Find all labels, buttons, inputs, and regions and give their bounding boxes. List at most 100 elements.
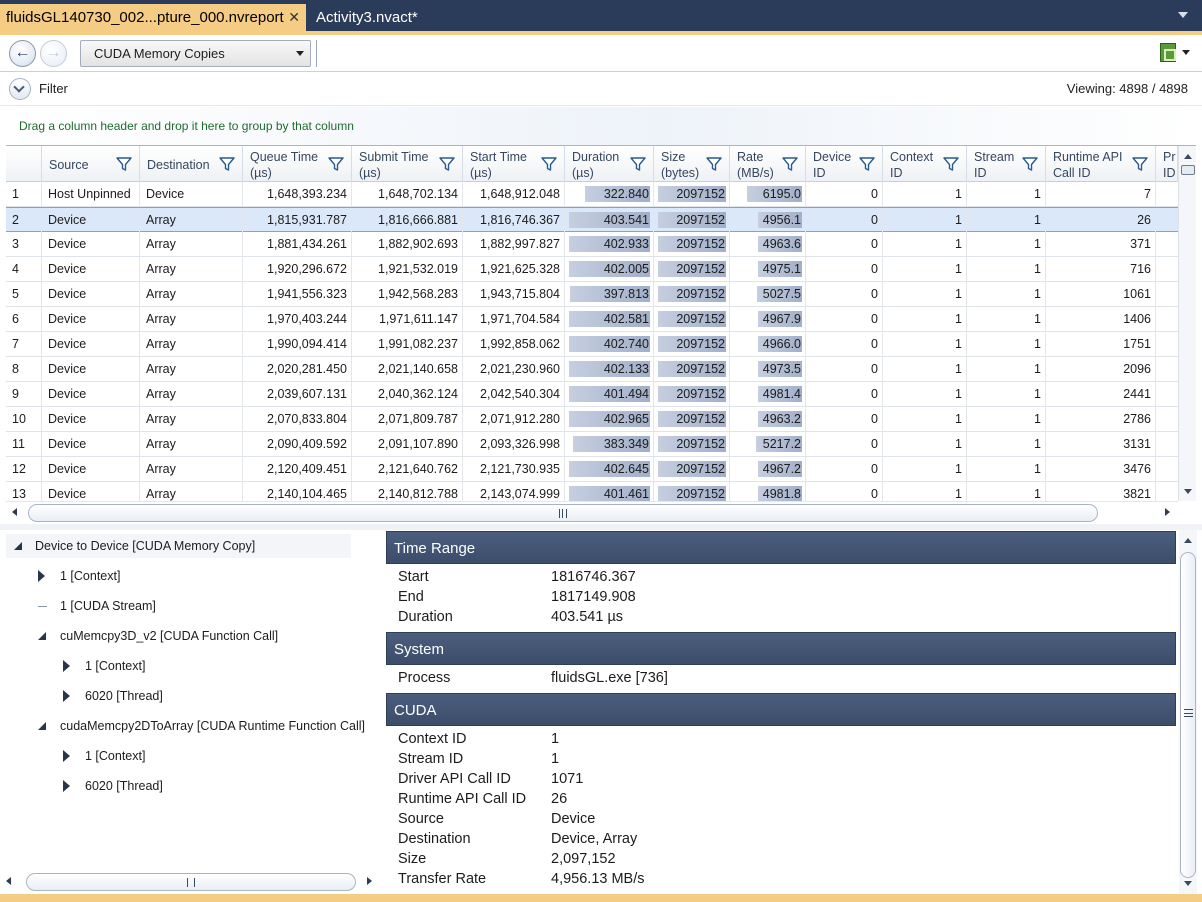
funnel-icon[interactable] <box>859 156 875 172</box>
column-header-runtime[interactable]: Runtime API Call ID <box>1046 146 1156 182</box>
funnel-icon[interactable] <box>328 156 344 172</box>
column-header-source[interactable]: Source <box>42 146 140 182</box>
scroll-up-icon[interactable] <box>1184 154 1192 159</box>
collapsed-arrow-icon[interactable] <box>63 690 70 702</box>
table-row[interactable]: 9 Device Array 2,039,607.131 2,040,362.124 2,… <box>6 382 1178 407</box>
column-header-pr[interactable]: Pr ID <box>1156 146 1178 182</box>
scroll-thumb[interactable] <box>1181 165 1195 175</box>
cell-value: 2097152 <box>676 387 725 401</box>
funnel-icon[interactable] <box>782 156 798 172</box>
column-header-submit[interactable]: Submit Time (µs) <box>352 146 463 182</box>
table-row[interactable]: 12 Device Array 2,120,409.451 2,121,640.762 2… <box>6 457 1178 482</box>
column-header-destination[interactable]: Destination <box>140 146 243 182</box>
scroll-thumb[interactable] <box>26 873 356 891</box>
close-icon[interactable]: ✕ <box>288 4 300 31</box>
property-row: Source Device <box>386 809 1176 829</box>
tree-item[interactable]: 1 [Context] <box>6 744 381 768</box>
table-row[interactable]: 4 Device Array 1,920,296.672 1,921,532.019 1,… <box>6 257 1178 282</box>
scroll-right-icon[interactable] <box>1165 508 1170 516</box>
collapsed-arrow-icon[interactable] <box>38 570 45 582</box>
back-button[interactable]: ← <box>9 40 36 67</box>
cell-context: 1 <box>883 357 967 381</box>
collapsed-arrow-icon[interactable] <box>63 750 70 762</box>
table-row[interactable]: 13 Device Array 2,140,104.465 2,140,812.788 2… <box>6 482 1178 501</box>
filter-label[interactable]: Filter <box>39 81 68 96</box>
cell-idx: 9 <box>6 382 42 406</box>
scroll-down-icon[interactable] <box>1184 489 1192 494</box>
collapsed-arrow-icon[interactable] <box>63 660 70 672</box>
scroll-right-icon[interactable] <box>367 877 372 885</box>
cell-rate: 4966.0 <box>730 332 806 356</box>
cell-device: 0 <box>806 432 883 456</box>
tree-horizontal-scrollbar[interactable] <box>6 872 374 892</box>
scroll-thumb[interactable] <box>1180 552 1196 878</box>
property-key: Start <box>398 569 429 585</box>
cell-stream: 1 <box>967 232 1046 256</box>
scroll-left-icon[interactable] <box>6 877 11 885</box>
properties-vertical-scrollbar[interactable] <box>1179 530 1197 894</box>
collapsed-arrow-icon[interactable] <box>63 780 70 792</box>
table-row[interactable]: 7 Device Array 1,990,094.414 1,991,082.237 1,… <box>6 332 1178 357</box>
column-header-duration[interactable]: Duration (µs) <box>565 146 654 182</box>
grid-vertical-scrollbar[interactable] <box>1178 146 1196 501</box>
scroll-thumb[interactable] <box>28 504 1098 522</box>
properties-panel: Time Range Start 1816746.367 End 1817149.908… <box>386 530 1178 894</box>
column-header-context[interactable]: Context ID <box>883 146 967 182</box>
table-row[interactable]: 3 Device Array 1,881,434.261 1,882,902.693 1,… <box>6 232 1178 257</box>
table-row[interactable]: 10 Device Array 2,070,833.804 2,071,809.787 2… <box>6 407 1178 432</box>
scroll-down-icon[interactable] <box>1184 881 1192 886</box>
tree-item[interactable]: 1 [Context] <box>6 564 381 588</box>
grid-horizontal-scrollbar[interactable] <box>6 501 1178 523</box>
tab-activity[interactable]: Activity3.nvact* <box>310 4 460 31</box>
column-header-stream[interactable]: Stream ID <box>967 146 1046 182</box>
column-header-idx[interactable] <box>6 146 42 182</box>
tab-list-dropdown-icon[interactable] <box>1178 12 1188 18</box>
column-header-label: Device ID <box>813 150 852 180</box>
funnel-icon[interactable] <box>1022 156 1038 172</box>
funnel-icon[interactable] <box>219 156 235 172</box>
table-row[interactable]: 11 Device Array 2,090,409.592 2,091,107.890 2… <box>6 432 1178 457</box>
cell-size: 2097152 <box>654 282 730 306</box>
tree-item[interactable]: Device to Device [CUDA Memory Copy] <box>6 534 351 558</box>
tab-report[interactable]: fluidsGL140730_002...pture_000.nvreport … <box>0 4 306 31</box>
funnel-icon[interactable] <box>439 156 455 172</box>
cell-submit: 1,882,902.693 <box>352 232 463 256</box>
tree-item[interactable]: 1 [CUDA Stream] <box>6 594 381 618</box>
tree-item[interactable]: 1 [Context] <box>6 654 381 678</box>
tree-item[interactable]: cuMemcpy3D_v2 [CUDA Function Call] <box>6 624 381 648</box>
funnel-icon[interactable] <box>943 156 959 172</box>
funnel-icon[interactable] <box>116 156 132 172</box>
tree-item[interactable]: 6020 [Thread] <box>6 684 381 708</box>
group-by-panel[interactable]: Drag a column header and drop it here to… <box>6 107 1196 145</box>
filter-expand-button[interactable] <box>9 78 31 100</box>
expanded-arrow-icon[interactable] <box>38 722 46 730</box>
table-row[interactable]: 2 Device Array 1,815,931.787 1,816,666.881 1,… <box>6 207 1178 232</box>
arrow-left-icon: ← <box>14 44 31 61</box>
column-header-device[interactable]: Device ID <box>806 146 883 182</box>
cell-context: 1 <box>883 232 967 256</box>
scroll-left-icon[interactable] <box>12 508 17 516</box>
cell-runtime: 2096 <box>1046 357 1156 381</box>
funnel-icon[interactable] <box>706 156 722 172</box>
table-row[interactable]: 6 Device Array 1,970,403.244 1,971,611.147 1,… <box>6 307 1178 332</box>
scroll-up-icon[interactable] <box>1184 538 1192 543</box>
column-header-start[interactable]: Start Time (µs) <box>463 146 565 182</box>
funnel-icon[interactable] <box>1132 156 1148 172</box>
funnel-icon[interactable] <box>541 156 557 172</box>
export-button[interactable] <box>1160 43 1190 63</box>
tree-item[interactable]: 6020 [Thread] <box>6 774 381 798</box>
expanded-arrow-icon[interactable] <box>38 632 46 640</box>
tree-item[interactable]: cudaMemcpy2DToArray [CUDA Runtime Functi… <box>6 714 381 738</box>
view-selector[interactable]: CUDA Memory Copies <box>80 40 311 67</box>
forward-button[interactable]: → <box>40 40 67 67</box>
chevron-down-icon <box>13 81 25 93</box>
cell-value: 402.133 <box>603 362 649 376</box>
table-row[interactable]: 8 Device Array 2,020,281.450 2,021,140.658 2,… <box>6 357 1178 382</box>
column-header-rate[interactable]: Rate (MB/s) <box>730 146 806 182</box>
table-row[interactable]: 1 Host Unpinned Device 1,648,393.234 1,648,7… <box>6 182 1178 207</box>
table-row[interactable]: 5 Device Array 1,941,556.323 1,942,568.283 1,… <box>6 282 1178 307</box>
column-header-size[interactable]: Size (bytes) <box>654 146 730 182</box>
column-header-queue[interactable]: Queue Time (µs) <box>243 146 352 182</box>
expanded-arrow-icon[interactable] <box>14 542 22 550</box>
funnel-icon[interactable] <box>630 156 646 172</box>
